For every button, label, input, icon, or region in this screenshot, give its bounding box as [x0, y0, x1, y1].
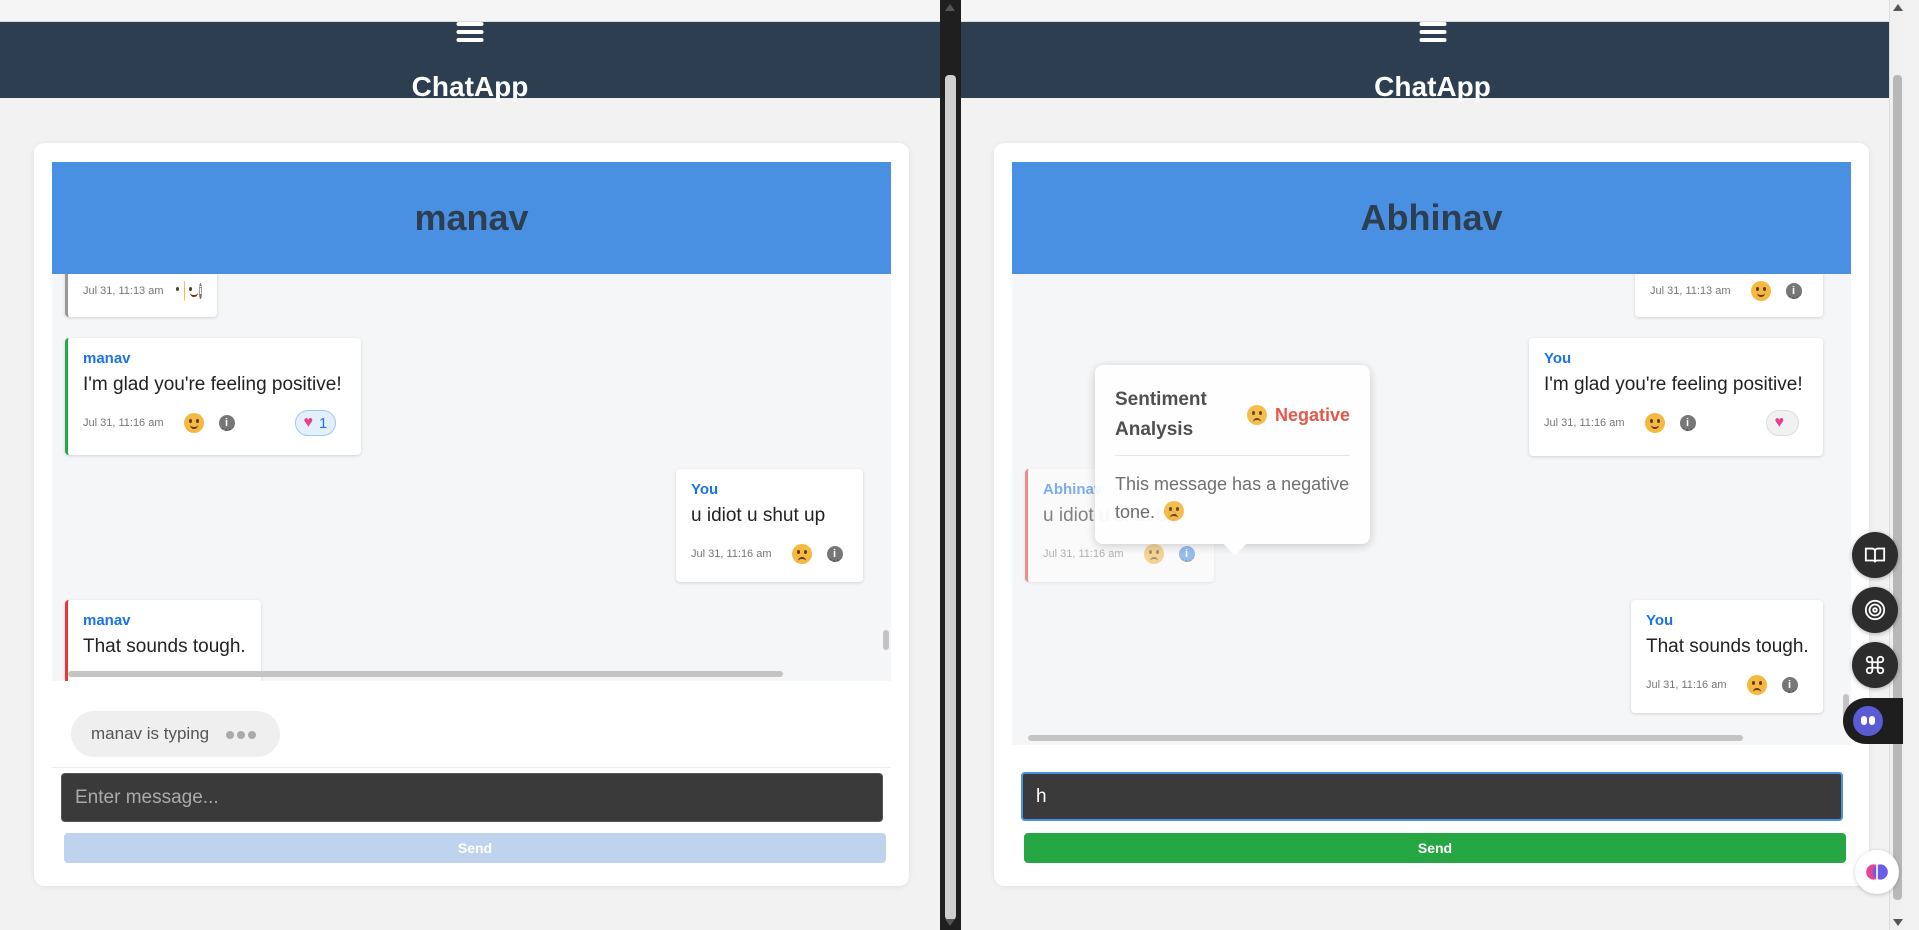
- brand-title: ChatApp: [1374, 71, 1491, 102]
- message-list[interactable]: Jul 31, 11:13 am i manav I'm glad you're…: [52, 274, 891, 681]
- info-icon[interactable]: i: [218, 415, 235, 431]
- left-chat-window: ChatApp manav Jul 31, 11:13 am i manav I…: [0, 0, 940, 930]
- smile-face-icon: [1644, 413, 1665, 433]
- info-icon[interactable]: i: [1785, 283, 1802, 299]
- message-timestamp: Jul 31, 11:16 am: [83, 417, 164, 429]
- reaction-count: 1: [319, 414, 328, 432]
- info-icon[interactable]: i: [826, 546, 843, 562]
- info-icon[interactable]: i: [1679, 415, 1696, 431]
- message-bubble: You u idiot u shut up Jul 31, 11:16 am i: [676, 469, 863, 582]
- message-text: u idiot u shut up: [691, 505, 826, 526]
- typing-indicator: manav is typing: [71, 711, 280, 757]
- top-strip: [0, 0, 940, 22]
- message-sender: You: [1646, 612, 1674, 629]
- message-text: That sounds tough.: [83, 636, 246, 657]
- tooltip-body-text: This message has a negative tone.: [1115, 474, 1350, 522]
- assistant-icon[interactable]: [1843, 698, 1903, 744]
- hamburger-menu-icon[interactable]: [456, 22, 484, 42]
- message-timestamp: Jul 31, 11:16 am: [1646, 679, 1727, 691]
- message-bubble: manav I'm glad you're feeling positive! …: [65, 338, 361, 455]
- page-scrollbar[interactable]: [1889, 0, 1904, 930]
- message-sender: You: [1544, 350, 1572, 367]
- horizontal-scrollbar[interactable]: [52, 667, 881, 681]
- sentiment-label-text: Negative: [1274, 404, 1350, 425]
- sentiment-tooltip: Sentiment Analysis Negative This message…: [1095, 365, 1370, 556]
- message-timestamp: Jul 31, 11:13 am: [1650, 285, 1731, 297]
- message-timestamp: Jul 31, 11:16 am: [691, 548, 772, 560]
- message-timestamp: Jul 31, 11:16 am: [1043, 548, 1124, 560]
- message-timestamp: Jul 31, 11:13 am: [83, 285, 164, 297]
- command-icon[interactable]: [1852, 642, 1898, 688]
- message-input[interactable]: [1021, 772, 1843, 821]
- frown-face-icon: [1164, 501, 1185, 521]
- chat-card: Abhinav Jul 31, 11:13 am i You I'm glad …: [994, 143, 1869, 886]
- hamburger-menu-icon[interactable]: [1419, 22, 1446, 42]
- message-text: I'm glad you're feeling positive!: [1544, 374, 1803, 395]
- heart-icon: ♥: [303, 414, 314, 431]
- chat-card: manav Jul 31, 11:13 am i manav I'm glad …: [34, 143, 909, 886]
- info-icon[interactable]: i: [198, 283, 202, 299]
- smile-face-icon: [183, 413, 204, 433]
- message-sender: manav: [83, 612, 131, 629]
- broadcast-icon[interactable]: [1852, 587, 1898, 633]
- heart-reaction-badge[interactable]: ♥ 1: [294, 410, 337, 436]
- divider: [52, 767, 891, 768]
- right-chat-window: ChatApp Abhinav Jul 31, 11:13 am i You I…: [961, 0, 1904, 930]
- sentiment-label: Negative: [1246, 404, 1350, 426]
- vertical-scrollbar[interactable]: [881, 274, 891, 667]
- heart-icon: ♥: [1774, 414, 1785, 431]
- send-button[interactable]: Send: [1024, 833, 1846, 863]
- typing-text: manav is typing: [91, 724, 210, 743]
- horizontal-scrollbar[interactable]: [1012, 731, 1841, 745]
- message-sender: manav: [83, 350, 131, 367]
- message-text: I'm glad you're feeling positive!: [83, 374, 342, 395]
- book-icon[interactable]: [1852, 532, 1898, 578]
- brand-title: ChatApp: [411, 71, 529, 102]
- frown-face-icon: [1246, 405, 1267, 425]
- top-strip: [961, 0, 1904, 22]
- tooltip-title: Sentiment Analysis: [1115, 389, 1207, 440]
- chat-header-contact-name: Abhinav: [1012, 162, 1851, 274]
- message-sender: You: [691, 481, 719, 498]
- tooltip-body: This message has a negative tone.: [1115, 470, 1350, 526]
- window-splitter-scrollbar[interactable]: [940, 0, 961, 930]
- message-text: That sounds tough.: [1646, 636, 1809, 657]
- message-list[interactable]: Jul 31, 11:13 am i You I'm glad you're f…: [1012, 274, 1851, 745]
- tooltip-arrow: [1223, 532, 1247, 556]
- info-icon[interactable]: i: [1178, 546, 1195, 562]
- chat-header-contact-name: manav: [52, 162, 891, 274]
- frown-face-icon: [791, 544, 812, 564]
- message-input[interactable]: [61, 773, 883, 822]
- vertical-scrollbar[interactable]: [1841, 274, 1851, 731]
- message-bubble: Jul 31, 11:13 am i: [1635, 274, 1823, 317]
- typing-dots-icon: [225, 711, 259, 757]
- message-timestamp: Jul 31, 11:16 am: [1544, 417, 1625, 429]
- heart-reaction-badge[interactable]: ♥: [1765, 410, 1800, 436]
- brain-icon[interactable]: [1855, 850, 1899, 894]
- info-icon[interactable]: i: [1781, 677, 1798, 693]
- message-bubble: You That sounds tough. Jul 31, 11:16 am …: [1631, 600, 1823, 713]
- navbar: ChatApp: [961, 22, 1904, 102]
- message-bubble: Jul 31, 11:13 am i: [65, 274, 217, 317]
- frown-face-icon: [1746, 675, 1767, 695]
- message-bubble: You I'm glad you're feeling positive! Ju…: [1529, 338, 1823, 456]
- navbar: ChatApp: [0, 22, 940, 102]
- send-button[interactable]: Send: [64, 833, 886, 863]
- frown-face-icon: [1143, 544, 1164, 564]
- neutral-face-icon: [1750, 281, 1771, 301]
